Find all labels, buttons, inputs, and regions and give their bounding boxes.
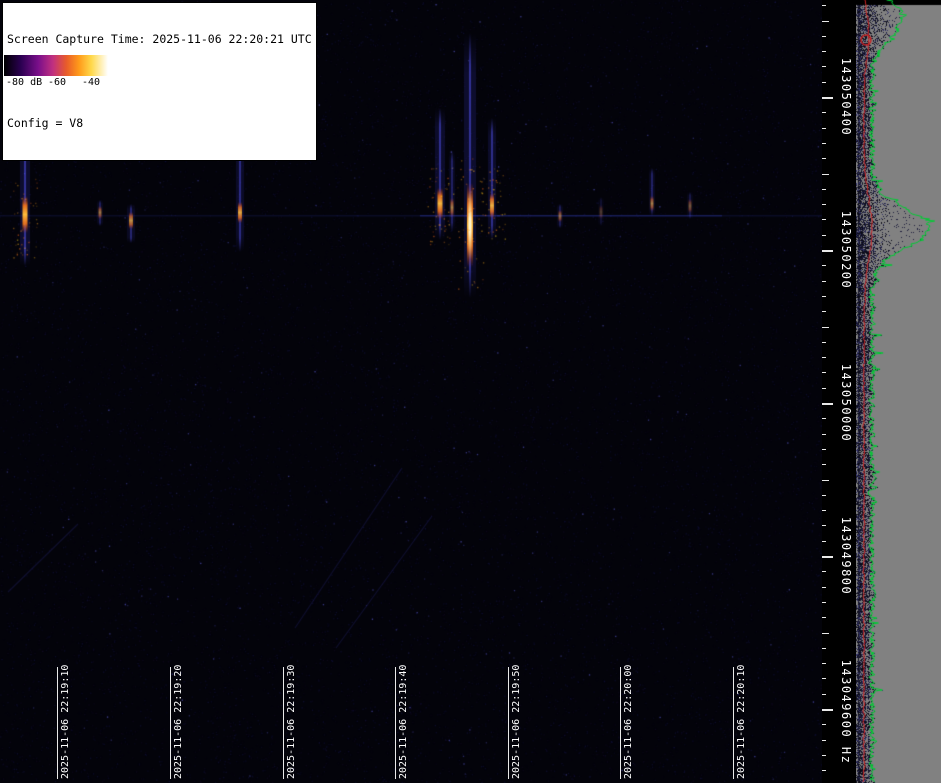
freq-tick (822, 174, 829, 175)
freq-tick (822, 281, 826, 282)
freq-tick (822, 449, 826, 450)
freq-tick (822, 388, 826, 389)
freq-tick (822, 296, 826, 297)
time-axis-label: 2025-11-06 22:19:10 (60, 665, 71, 779)
time-axis-label: 2025-11-06 22:20:10 (736, 665, 747, 779)
freq-tick (822, 327, 829, 328)
freq-tick (822, 510, 826, 511)
time-tick (733, 667, 734, 779)
spectrum-panel (856, 0, 941, 783)
freq-tick (822, 464, 826, 465)
freq-tick (822, 143, 826, 144)
colorbar-label-max: -40 (82, 77, 100, 88)
freq-tick (822, 403, 833, 405)
freq-tick (822, 694, 826, 695)
color-scale-legend: -80 dB -60 -40 (4, 55, 108, 91)
freq-axis-label: 143049600 Hz (839, 660, 853, 765)
capture-time-text: Screen Capture Time: 2025-11-06 22:20:21… (7, 32, 312, 46)
config-text: Config = V8 (7, 116, 312, 130)
colorbar-gradient (4, 55, 108, 76)
freq-tick (822, 724, 826, 725)
freq-axis-label: 143050400 (839, 58, 853, 137)
freq-tick (822, 663, 826, 664)
freq-tick (822, 434, 826, 435)
freq-tick (822, 311, 826, 312)
colorbar-label-mid: -60 (48, 77, 66, 88)
frequency-axis: 143050400 143050200 143050000 143049800 1430… (822, 0, 856, 783)
colorbar-labels: -80 dB -60 -40 (4, 76, 108, 91)
freq-tick (822, 5, 826, 6)
spectrogram-screen: 143050400 143050200 143050000 143049800 1430… (0, 0, 941, 783)
time-tick (620, 667, 621, 779)
time-tick (508, 667, 509, 779)
freq-tick (822, 740, 826, 741)
freq-tick (822, 357, 826, 358)
freq-tick (822, 128, 826, 129)
freq-tick (822, 51, 826, 52)
freq-tick (822, 633, 829, 634)
freq-tick (822, 372, 826, 373)
time-tick (57, 667, 58, 779)
time-tick (170, 667, 171, 779)
time-axis-label: 2025-11-06 22:19:50 (511, 665, 522, 779)
freq-tick (822, 21, 829, 22)
time-axis-label: 2025-11-06 22:19:20 (173, 665, 184, 779)
freq-tick (822, 617, 826, 618)
freq-tick (822, 36, 826, 37)
freq-tick (822, 265, 826, 266)
freq-tick (822, 82, 826, 83)
freq-tick (822, 587, 826, 588)
freq-tick (822, 418, 826, 419)
freq-axis-label: 143049800 (839, 517, 853, 596)
freq-tick (822, 204, 826, 205)
freq-tick (822, 219, 826, 220)
freq-tick (822, 112, 826, 113)
time-axis-label: 2025-11-06 22:19:30 (286, 665, 297, 779)
freq-tick (822, 158, 826, 159)
freq-tick (822, 235, 826, 236)
time-tick (395, 667, 396, 779)
freq-axis-label: 143050200 (839, 211, 853, 290)
freq-axis-label: 143050000 (839, 364, 853, 443)
time-tick (283, 667, 284, 779)
freq-tick (822, 250, 833, 252)
freq-tick (822, 556, 833, 558)
freq-tick (822, 602, 826, 603)
freq-tick (822, 541, 826, 542)
freq-tick (822, 648, 826, 649)
time-axis-label: 2025-11-06 22:19:40 (398, 665, 409, 779)
freq-tick (822, 495, 826, 496)
freq-tick (822, 525, 826, 526)
freq-tick (822, 189, 826, 190)
freq-tick (822, 770, 826, 771)
freq-tick (822, 678, 826, 679)
freq-tick (822, 755, 826, 756)
freq-tick (822, 97, 833, 99)
freq-tick (822, 480, 829, 481)
freq-tick (822, 66, 826, 67)
time-axis-label: 2025-11-06 22:20:00 (623, 665, 634, 779)
colorbar-label-min: -80 dB (6, 77, 42, 88)
freq-tick (822, 342, 826, 343)
freq-tick (822, 709, 833, 711)
freq-tick (822, 571, 826, 572)
